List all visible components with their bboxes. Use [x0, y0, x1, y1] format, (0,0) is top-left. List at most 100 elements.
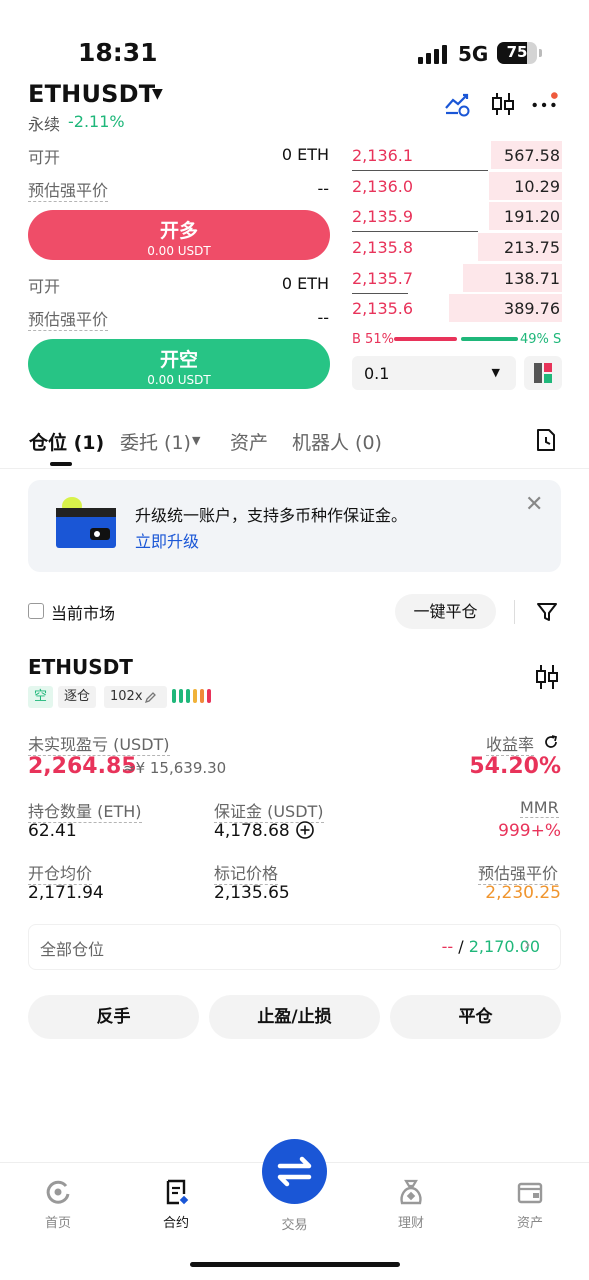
ask-price: 2,136.0 [352, 177, 414, 196]
wallet-illustration-icon [56, 497, 116, 548]
caret-down-icon[interactable]: ▼ [152, 86, 163, 102]
orderbook-ask-row[interactable]: 2,135.7 138.71 [352, 264, 562, 294]
tabs-divider [0, 468, 589, 469]
tab-bots[interactable]: 机器人 (0) [292, 428, 382, 455]
short-liq-label[interactable]: 预估强平价 [28, 306, 109, 331]
symbol-selector[interactable]: ETHUSDT [28, 80, 155, 108]
position-size-label[interactable]: 持仓数量 (ETH) [28, 798, 142, 823]
swap-icon [277, 1156, 312, 1187]
liq-price-label[interactable]: 预估强平价 [478, 860, 559, 885]
tab-positions[interactable]: 仓位 (1) [29, 428, 104, 455]
orderbook-layout-button[interactable] [524, 356, 562, 390]
mark-price: 2,135.65 [214, 883, 290, 903]
orderbook-ask-row[interactable]: 2,136.0 10.29 [352, 172, 562, 200]
leverage-value: 102x [110, 689, 143, 704]
current-market-label[interactable]: 当前市场 [51, 600, 115, 624]
orderbook-ask-row[interactable]: 2,135.9 191.20 [352, 202, 562, 232]
margin-value: 4,178.68 [214, 821, 290, 841]
quantity-step-value: 0.1 [364, 364, 390, 383]
cumulative-line [352, 170, 488, 171]
more-icon[interactable] [530, 90, 560, 118]
open-short-label: 开空 [159, 349, 198, 371]
divider [514, 600, 515, 624]
all-positions-label: 全部仓位 [40, 940, 105, 959]
nav-earn-label: 理财 [397, 1216, 424, 1231]
orderbook-ask-row[interactable]: 2,136.1 567.58 [352, 141, 562, 171]
history-icon[interactable] [534, 427, 558, 453]
trade-fab-button[interactable] [262, 1139, 327, 1204]
unrealized-pnl-cny: ≈¥ 15,639.30 [123, 759, 227, 777]
ask-size: 567.58 [504, 146, 560, 165]
open-long-amount: 0.00 USDT [147, 244, 211, 258]
position-symbol[interactable]: ETHUSDT [28, 655, 133, 679]
wallet-icon [517, 1182, 543, 1204]
caret-down-icon[interactable]: ▼ [192, 434, 200, 447]
long-available-label: 可开 [28, 148, 61, 167]
filter-icon[interactable] [535, 600, 559, 624]
reverse-button[interactable]: 反手 [28, 995, 199, 1039]
open-short-button[interactable]: 开空 0.00 USDT [28, 339, 330, 389]
orderbook-ask-row[interactable]: 2,135.8 213.75 [352, 233, 562, 261]
ask-price: 2,135.8 [352, 238, 414, 257]
tab-assets[interactable]: 资产 [230, 428, 268, 455]
entry-price: 2,171.94 [28, 883, 104, 903]
roe-value: 54.20% [469, 754, 561, 779]
candlestick-icon[interactable] [488, 90, 518, 118]
roe-label[interactable]: 收益率 [486, 731, 535, 756]
position-size: 62.41 [28, 821, 77, 841]
contract-type: 永续 [28, 115, 61, 134]
nav-home[interactable]: 首页 [18, 1178, 98, 1231]
ask-price: 2,135.9 [352, 207, 414, 226]
chevron-right-icon: › [524, 935, 531, 955]
tpsl-button[interactable]: 止盈/止损 [209, 995, 380, 1039]
liq-price: 2,230.25 [485, 883, 561, 903]
orderbook-ask-row[interactable]: 2,135.6 389.76 [352, 294, 562, 322]
margin-mode-tag: 逐仓 [58, 686, 97, 708]
close-all-button[interactable]: 一键平仓 [395, 594, 496, 629]
share-refresh-icon[interactable] [543, 734, 559, 750]
sell-ratio: 49% S [520, 332, 562, 347]
tab-orders[interactable]: 委托 (1) [120, 428, 191, 455]
nav-trade-label[interactable]: 交易 [262, 1214, 327, 1233]
ask-price: 2,135.6 [352, 299, 414, 318]
nav-home-label: 首页 [44, 1216, 71, 1231]
cumulative-line [352, 231, 478, 232]
open-long-button[interactable]: 开多 0.00 USDT [28, 210, 330, 260]
short-liq-value: -- [317, 308, 329, 327]
trend-settings-icon[interactable] [443, 90, 473, 118]
ask-size: 138.71 [504, 269, 560, 288]
nav-assets-label: 资产 [516, 1216, 543, 1231]
battery-cap [539, 49, 542, 57]
entry-price-label[interactable]: 开仓均价 [28, 860, 93, 885]
edit-icon[interactable] [144, 690, 158, 704]
unrealized-pnl-label[interactable]: 未实现盈亏 (USDT) [28, 731, 170, 756]
nav-contract-label: 合约 [162, 1216, 189, 1231]
open-long-label: 开多 [159, 220, 198, 242]
contract-icon [166, 1179, 189, 1205]
quantity-step-select[interactable]: 0.1 ▼ [352, 356, 516, 390]
add-margin-icon[interactable] [295, 820, 315, 840]
mmr-label[interactable]: MMR [520, 798, 559, 818]
status-time: 18:31 [78, 38, 158, 67]
nav-contract[interactable]: 合约 [136, 1178, 216, 1231]
tpsl-tp: -- [441, 937, 454, 956]
open-short-amount: 0.00 USDT [147, 373, 211, 387]
long-available-value: 0 ETH [281, 145, 329, 164]
ask-size: 389.76 [504, 299, 560, 318]
candlestick-icon[interactable] [534, 663, 560, 691]
close-position-button[interactable]: 平仓 [390, 995, 561, 1039]
banner-text: 升级统一账户，支持多币种作保证金。 [135, 506, 408, 525]
nav-assets[interactable]: 资产 [490, 1178, 570, 1231]
home-indicator [190, 1262, 400, 1267]
buy-ratio-bar [394, 337, 457, 341]
long-liq-label[interactable]: 预估强平价 [28, 177, 109, 202]
close-icon[interactable]: ✕ [525, 492, 543, 517]
current-market-checkbox[interactable] [28, 603, 44, 619]
short-available-label: 可开 [28, 277, 61, 296]
upgrade-link[interactable]: 立即升级 [135, 528, 199, 552]
all-positions-tpsl: -- / 2,170.00 [400, 937, 540, 956]
home-icon [46, 1180, 70, 1204]
nav-earn[interactable]: 理财 [371, 1178, 451, 1231]
long-liq-value: -- [317, 179, 329, 198]
mark-price-label[interactable]: 标记价格 [214, 860, 279, 885]
